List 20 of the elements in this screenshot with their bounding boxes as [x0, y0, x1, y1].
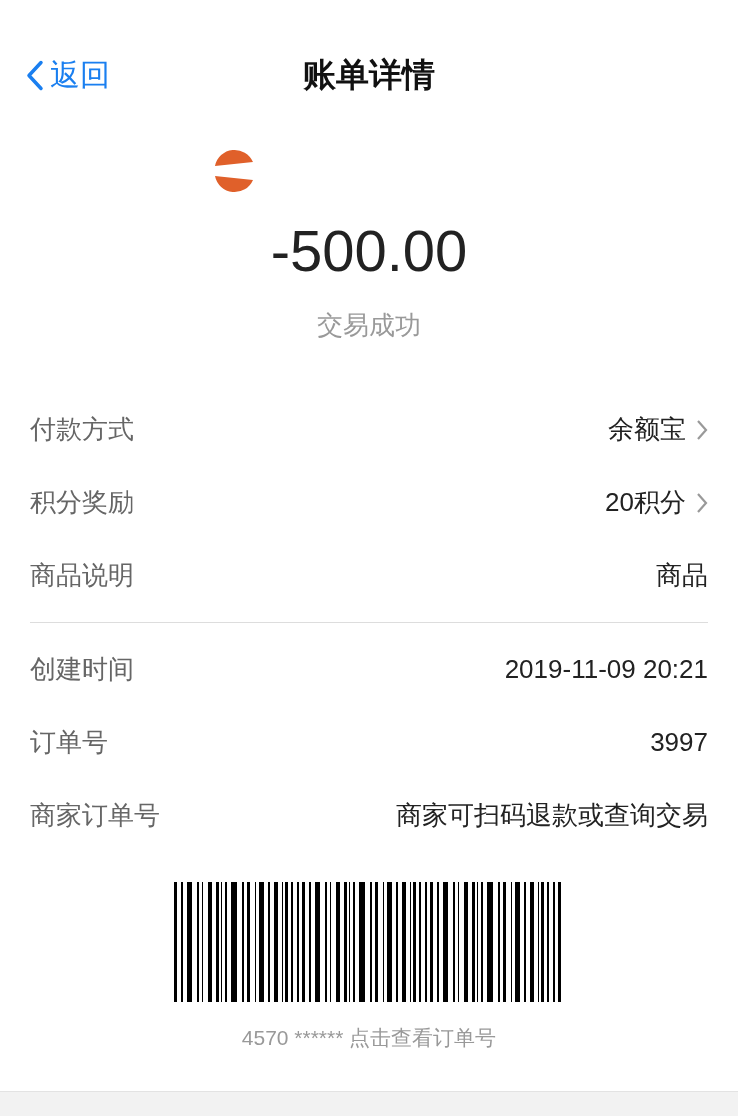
amount: -500.00 [270, 222, 468, 280]
back-icon [26, 59, 44, 91]
row-value: 3997 [650, 727, 708, 758]
row-value: 商品 [656, 559, 708, 592]
row-label: 商家订单号 [30, 799, 160, 832]
back-button[interactable]: 返回 [26, 54, 110, 96]
row-value[interactable]: 20积分 [605, 485, 686, 520]
chevron-right-icon[interactable] [696, 418, 708, 441]
row-label: 商品说明 [30, 559, 134, 592]
row-value: 2019-11-09 20:21 [504, 654, 708, 685]
row-value: 商家可扫码退款或查询交易 [396, 799, 708, 832]
chevron-right-icon[interactable] [696, 491, 708, 514]
row-label: 创建时间 [30, 653, 134, 686]
row-value[interactable]: 余额宝 [608, 412, 686, 447]
barcode-drawing[interactable] [174, 882, 564, 1002]
row-label: 订单号 [30, 726, 108, 759]
page-title: 账单详情 [303, 54, 435, 95]
row-label: 积分奖励 [30, 486, 134, 519]
row-label: 付款方式 [30, 413, 134, 446]
status-text: 交易成功 [317, 309, 421, 342]
